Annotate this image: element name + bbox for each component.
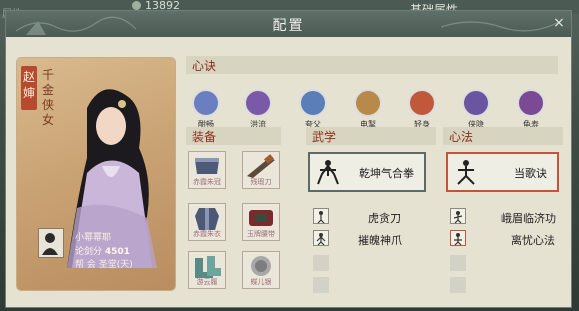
dialog-title: 配置	[272, 18, 305, 34]
player-name: 小幂幂耶	[75, 233, 112, 243]
wuxue-sub-1: 摧魄神爪	[358, 234, 402, 247]
guild-name: 帮 会 圣堂(天)	[75, 260, 133, 270]
xinjue-icon	[354, 89, 382, 117]
wuxue-main-name: 乾坤气合拳	[359, 167, 414, 180]
equipment-label: 玉牌腰带	[247, 230, 275, 238]
xinfa-sub-slot-1[interactable]	[450, 230, 466, 246]
equipment-slot-4[interactable]: 游云履	[188, 251, 226, 289]
figure-icon	[316, 233, 326, 246]
xinfa-label: 心法	[449, 130, 474, 144]
xinjue-item-5[interactable]: 侠隐	[459, 89, 493, 130]
xinfa-sub-slot-0[interactable]	[450, 208, 466, 224]
xinfa-section-header: 心法	[443, 127, 563, 145]
headgear-icon	[195, 158, 219, 174]
belt-icon	[249, 210, 273, 226]
equipment-label: 赤霞朱冠	[193, 178, 221, 186]
xinjue-item-6[interactable]: 龟寿	[514, 89, 548, 130]
wuxue-section-header: 武学	[306, 127, 436, 145]
xinjue-item-1[interactable]: 洪流	[241, 89, 275, 130]
figure-icon	[454, 233, 462, 246]
xinfa-sub-0: 峨眉临济功	[501, 212, 556, 225]
meditation-icon	[457, 160, 475, 185]
config-dialog: 配置 × 赵婶 千金侠女 小幂幂耶 论剑分 4501 帮 会 圣堂(天) 心诀 …	[5, 10, 572, 308]
xinjue-section-header: 心诀	[186, 56, 558, 74]
wuxue-main-slot[interactable]: 乾坤气合拳	[308, 152, 426, 192]
xinjue-icon	[299, 89, 327, 117]
xinjue-icon	[462, 89, 490, 117]
equipment-slot-3[interactable]: 玉牌腰带	[242, 203, 280, 241]
wuxue-empty-slot[interactable]	[313, 277, 329, 293]
xinjue-item-2[interactable]: 夸父	[296, 89, 330, 130]
equipment-label: 赤霞朱衣	[193, 230, 221, 238]
player-avatar[interactable]	[38, 228, 64, 258]
wuxue-label: 武学	[312, 130, 337, 144]
dialog-header: 配置 ×	[6, 11, 571, 37]
equipment-label: 残瑕刀	[250, 178, 272, 186]
equipment-slot-0[interactable]: 赤霞朱冠	[188, 151, 226, 189]
figure-icon	[317, 211, 325, 224]
character-name: 赵婶	[22, 70, 35, 100]
equipment-section-header: 装备	[186, 127, 281, 145]
armor-icon	[195, 208, 219, 230]
equipment-label: 装备	[192, 130, 217, 144]
xinjue-icon	[408, 89, 436, 117]
character-card[interactable]: 赵婶 千金侠女 小幂幂耶 论剑分 4501 帮 会 圣堂(天)	[17, 58, 175, 290]
xinfa-sub-1: 离忧心法	[511, 234, 555, 247]
rank-value: 4501	[104, 247, 130, 257]
equipment-label: 游云履	[196, 278, 218, 286]
rank-score: 论剑分 4501	[75, 244, 130, 257]
figure-icon	[453, 211, 463, 224]
equipment-slot-1[interactable]: 残瑕刀	[242, 151, 280, 189]
close-icon[interactable]: ×	[551, 15, 567, 31]
equipment-label: 蝶儿银	[250, 278, 272, 286]
blade-icon	[247, 154, 275, 178]
xinjue-item-0[interactable]: 酣畅	[189, 89, 223, 130]
xinjue-icon	[517, 89, 545, 117]
coin-icon	[132, 1, 141, 10]
xinfa-empty-slot[interactable]	[450, 277, 466, 293]
avatar-figure-icon	[42, 233, 58, 255]
xinjue-item-4[interactable]: 轻身	[405, 89, 439, 130]
wuxue-sub-slot-0[interactable]	[313, 208, 329, 224]
character-title: 千金侠女	[41, 68, 54, 127]
equipment-slot-5[interactable]: 蝶儿银	[242, 251, 280, 289]
xinfa-main-name: 当歌诀	[514, 167, 547, 180]
xinfa-empty-slot[interactable]	[450, 255, 466, 271]
boots-icon	[195, 256, 221, 278]
coin-accessory-icon	[251, 256, 271, 276]
rank-label: 论剑分	[75, 247, 103, 257]
xinjue-icon	[244, 89, 272, 117]
xinfa-main-slot[interactable]: 当歌诀	[446, 152, 559, 192]
wuxue-sub-slot-1[interactable]	[313, 230, 329, 246]
xinjue-icon	[192, 89, 220, 117]
xinjue-label: 心诀	[192, 59, 217, 73]
equipment-slot-2[interactable]: 赤霞朱衣	[188, 203, 226, 241]
wuxue-empty-slot[interactable]	[313, 255, 329, 271]
xinjue-item-3[interactable]: 电掣	[351, 89, 385, 130]
martial-stance-icon	[317, 160, 339, 185]
wuxue-sub-0: 虎贪刀	[368, 212, 401, 225]
